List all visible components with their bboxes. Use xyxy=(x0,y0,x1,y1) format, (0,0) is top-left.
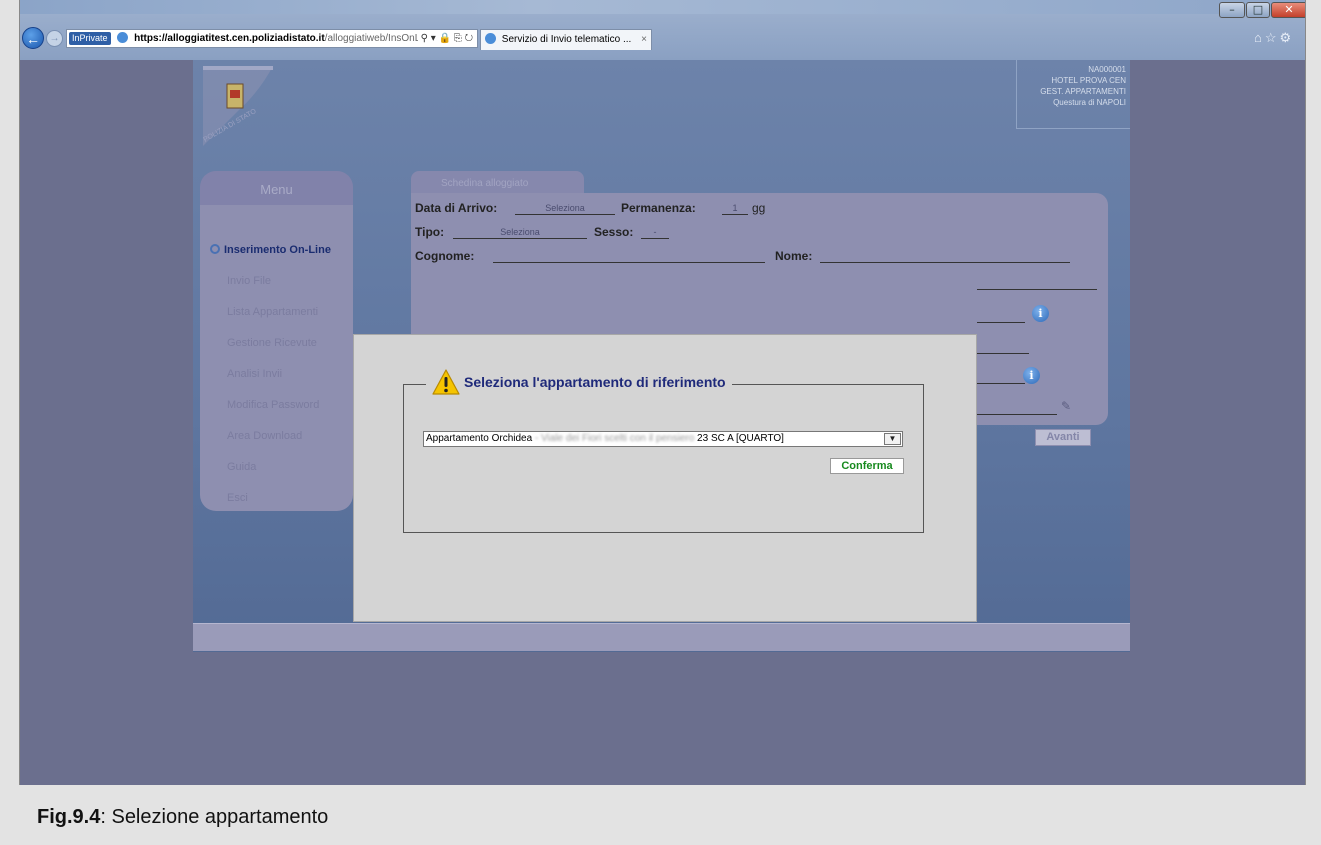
navigation-row: ← → InPrivate https://alloggiatitest.cen… xyxy=(20,26,1305,50)
type-label: Tipo: xyxy=(415,225,445,239)
structure-type: GEST. APPARTAMENTI xyxy=(1040,87,1126,96)
tab-close-icon[interactable]: × xyxy=(641,30,647,49)
stay-label: Permanenza: xyxy=(621,201,696,215)
site-icon xyxy=(117,32,129,43)
user-info-box: NA000001 HOTEL PROVA CEN GEST. APPARTAME… xyxy=(1016,60,1130,129)
refresh-icon xyxy=(210,244,220,254)
name-field[interactable] xyxy=(820,249,1070,263)
menu-item-analisi-invii[interactable]: Analisi Invii xyxy=(227,368,282,380)
address-bar[interactable]: InPrivate https://alloggiatitest.cen.pol… xyxy=(66,29,478,48)
apartment-address-tail: 23 SC A [QUARTO] xyxy=(694,433,784,444)
stay-unit: gg xyxy=(752,201,766,215)
menu-item-lista-appartamenti[interactable]: Lista Appartamenti xyxy=(227,306,318,318)
menu-item-guida[interactable]: Guida xyxy=(227,461,256,473)
menu-item-label: Inserimento On-Line xyxy=(224,244,331,256)
url-host: https://alloggiatitest.cen.poliziadistat… xyxy=(134,33,325,44)
sex-field[interactable]: - xyxy=(641,225,669,239)
apartment-address-blurred: - Viale dei Fiori scelti con il pensiero xyxy=(532,433,695,444)
minimize-button[interactable]: – xyxy=(1219,2,1245,18)
forward-arrow-icon[interactable]: → xyxy=(46,30,63,47)
figure-number: Fig.9.4 xyxy=(37,806,101,828)
form-field-row5[interactable] xyxy=(977,309,1025,323)
menu-item-area-download[interactable]: Area Download xyxy=(227,430,302,442)
browser-toolbar-icons[interactable]: ⌂☆⚙ xyxy=(1254,30,1294,46)
apartment-select[interactable]: Appartamento Orchidea - Viale dei Fiori … xyxy=(423,431,903,447)
surname-field[interactable] xyxy=(493,249,765,263)
sex-label: Sesso: xyxy=(594,225,634,239)
page-viewport: POLIZIA DI STATO NA000001 HOTEL PROVA CE… xyxy=(20,60,1305,785)
stay-field[interactable]: 1 xyxy=(722,201,748,215)
address-tools-icons[interactable]: ⚲ ▾ 🔒 ⎘ ↻ xyxy=(417,30,473,47)
fieldset-legend: Seleziona l'appartamento di riferimento xyxy=(426,369,732,399)
user-code: NA000001 xyxy=(1088,65,1126,74)
screenshot: – □ ✕ ← → InPrivate https://alloggiatite… xyxy=(19,0,1306,785)
figure-frame: – □ ✕ ← → InPrivate https://alloggiatite… xyxy=(0,0,1321,845)
info-icon-2[interactable]: i xyxy=(1023,367,1040,384)
inprivate-badge: InPrivate xyxy=(69,32,111,45)
menu-title: Menu xyxy=(260,182,293,197)
tab-title: Servizio di Invio telematico ... xyxy=(501,34,632,45)
title-strip xyxy=(20,0,1305,14)
browser-chrome: – □ ✕ ← → InPrivate https://alloggiatite… xyxy=(20,0,1305,60)
arrival-date-field[interactable]: Seleziona xyxy=(515,201,615,215)
back-arrow-icon[interactable]: ← xyxy=(22,27,44,49)
name-label: Nome: xyxy=(775,249,813,263)
chevron-down-icon[interactable]: ▼ xyxy=(884,433,901,445)
apartment-modal: Seleziona l'appartamento di riferimento … xyxy=(353,334,977,622)
figure-caption-text: : Selezione appartamento xyxy=(100,806,329,828)
info-icon[interactable]: i xyxy=(1032,305,1049,322)
pencil-icon[interactable]: ✎ xyxy=(1061,399,1073,413)
surname-label: Cognome: xyxy=(415,249,475,263)
tab-site-icon xyxy=(485,33,496,44)
confirm-button[interactable]: Conferma xyxy=(830,458,904,474)
form-field-row4[interactable] xyxy=(977,276,1097,290)
figure-caption: Fig.9.4: Selezione appartamento xyxy=(37,806,328,829)
apartment-name: Appartamento Orchidea xyxy=(426,433,533,444)
menu-item-invio-file[interactable]: Invio File xyxy=(227,275,271,287)
menu-item-modifica-password[interactable]: Modifica Password xyxy=(227,399,319,411)
warning-icon xyxy=(432,369,460,395)
form-field-row8[interactable] xyxy=(977,401,1057,415)
footer-bar xyxy=(193,623,1130,651)
arrival-label: Data di Arrivo: xyxy=(415,201,498,215)
tab-servizio[interactable]: Servizio di Invio telematico ... × xyxy=(480,29,652,50)
questura-name: Questura di NAPOLI xyxy=(1053,98,1126,107)
menu-item-esci[interactable]: Esci xyxy=(227,492,248,504)
menu-item-gestione-ricevute[interactable]: Gestione Ricevute xyxy=(227,337,317,349)
legend-text: Seleziona l'appartamento di riferimento xyxy=(464,374,726,390)
menu-item-inserimento[interactable]: Inserimento On-Line xyxy=(210,244,331,256)
structure-name: HOTEL PROVA CEN xyxy=(1051,76,1126,85)
form-field-row7[interactable] xyxy=(977,370,1025,384)
type-field[interactable]: Seleziona xyxy=(453,225,587,239)
police-logo: POLIZIA DI STATO xyxy=(203,66,273,146)
maximize-button[interactable]: □ xyxy=(1246,2,1270,18)
next-button[interactable]: Avanti xyxy=(1035,429,1091,446)
form-field-row6[interactable] xyxy=(977,340,1029,354)
close-window-button[interactable]: ✕ xyxy=(1271,2,1305,18)
